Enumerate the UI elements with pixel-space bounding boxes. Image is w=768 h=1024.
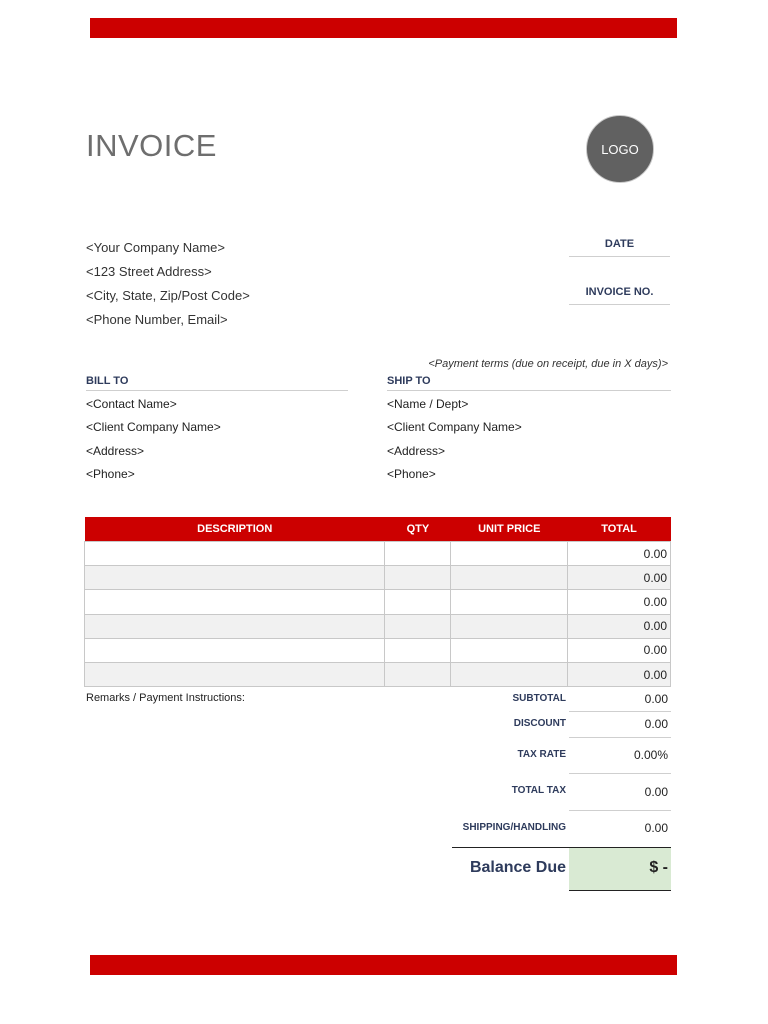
unit-price-cell[interactable] xyxy=(450,540,569,567)
discount-label: DISCOUNT xyxy=(513,718,566,729)
table-row: 0.00 xyxy=(83,589,671,615)
tax-rate-label: TAX RATE xyxy=(517,749,566,760)
bill-to-company[interactable]: <Client Company Name> xyxy=(86,416,348,439)
divider xyxy=(569,810,671,811)
table-row: 0.00 xyxy=(83,565,671,591)
total-cell[interactable]: 0.00 xyxy=(567,613,671,639)
balance-due-value: $ - xyxy=(649,859,668,876)
qty-cell[interactable] xyxy=(384,589,452,615)
description-cell[interactable] xyxy=(83,613,386,639)
ship-to-company[interactable]: <Client Company Name> xyxy=(387,416,671,439)
total-cell[interactable]: 0.00 xyxy=(567,637,671,663)
bill-to-heading: BILL TO xyxy=(86,375,348,391)
bill-to-contact[interactable]: <Contact Name> xyxy=(86,393,348,416)
discount-value[interactable]: 0.00 xyxy=(569,717,668,731)
date-label: DATE xyxy=(569,238,670,257)
ship-to-heading: SHIP TO xyxy=(387,375,671,391)
description-cell[interactable] xyxy=(83,637,386,663)
description-cell[interactable] xyxy=(83,565,386,591)
qty-cell[interactable] xyxy=(384,540,452,567)
bill-to-phone[interactable]: <Phone> xyxy=(86,463,348,486)
divider xyxy=(569,773,671,774)
unit-price-cell[interactable] xyxy=(450,661,569,688)
company-contact[interactable]: <Phone Number, Email> xyxy=(86,308,250,332)
qty-cell[interactable] xyxy=(384,613,452,639)
shipping-value[interactable]: 0.00 xyxy=(569,821,668,835)
company-info: <Your Company Name> <123 Street Address>… xyxy=(86,236,250,332)
table-row: 0.00 xyxy=(83,540,671,567)
unit-price-cell[interactable] xyxy=(450,589,569,615)
bottom-accent-bar xyxy=(90,955,677,975)
ship-to-section: SHIP TO <Name / Dept> <Client Company Na… xyxy=(387,375,671,487)
invoice-number-label: INVOICE NO. xyxy=(569,286,670,305)
company-city[interactable]: <City, State, Zip/Post Code> xyxy=(86,284,250,308)
table-header-row: DESCRIPTION QTY UNIT PRICE TOTAL xyxy=(84,517,671,542)
ship-to-phone[interactable]: <Phone> xyxy=(387,463,671,486)
total-cell[interactable]: 0.00 xyxy=(567,661,671,688)
table-row: 0.00 xyxy=(83,637,671,663)
bill-to-address[interactable]: <Address> xyxy=(86,440,348,463)
table-row: 0.00 xyxy=(83,661,671,688)
table-row: 0.00 xyxy=(83,613,671,639)
top-accent-bar xyxy=(90,18,677,38)
line-items-table: DESCRIPTION QTY UNIT PRICE TOTAL 0.00 0.… xyxy=(83,517,671,688)
column-header-unit-price: UNIT PRICE xyxy=(450,517,568,542)
logo-text: LOGO xyxy=(601,141,639,157)
remarks-label[interactable]: Remarks / Payment Instructions: xyxy=(86,692,245,704)
unit-price-cell[interactable] xyxy=(450,637,569,663)
invoice-title: INVOICE xyxy=(86,128,217,163)
subtotal-value: 0.00 xyxy=(644,692,668,706)
qty-cell[interactable] xyxy=(384,661,452,688)
qty-cell[interactable] xyxy=(384,637,452,663)
company-name[interactable]: <Your Company Name> xyxy=(86,236,250,260)
column-header-total: TOTAL xyxy=(567,517,671,542)
balance-due-label: Balance Due xyxy=(469,859,566,876)
logo-placeholder: LOGO xyxy=(586,115,654,183)
unit-price-cell[interactable] xyxy=(450,613,569,639)
qty-cell[interactable] xyxy=(384,565,452,591)
total-cell[interactable]: 0.00 xyxy=(567,540,671,567)
bill-to-section: BILL TO <Contact Name> <Client Company N… xyxy=(86,375,348,487)
divider xyxy=(569,737,671,738)
total-tax-value: 0.00 xyxy=(644,785,668,799)
total-cell[interactable]: 0.00 xyxy=(567,565,671,591)
shipping-label: SHIPPING/HANDLING xyxy=(462,822,566,833)
description-cell[interactable] xyxy=(83,589,386,615)
column-header-qty: QTY xyxy=(384,517,451,542)
ship-to-address[interactable]: <Address> xyxy=(387,440,671,463)
total-cell[interactable]: 0.00 xyxy=(567,589,671,615)
description-cell[interactable] xyxy=(83,540,386,567)
column-header-description: DESCRIPTION xyxy=(84,517,385,542)
company-street[interactable]: <123 Street Address> xyxy=(86,260,250,284)
total-tax-label: TOTAL TAX xyxy=(511,785,566,796)
ship-to-name[interactable]: <Name / Dept> xyxy=(387,393,671,416)
tax-rate-value[interactable]: 0.00% xyxy=(569,748,668,762)
subtotal-label: SUBTOTAL xyxy=(512,693,566,704)
unit-price-cell[interactable] xyxy=(450,565,569,591)
description-cell[interactable] xyxy=(83,661,386,688)
payment-terms[interactable]: <Payment terms (due on receipt, due in X… xyxy=(400,358,668,370)
divider xyxy=(569,711,671,712)
